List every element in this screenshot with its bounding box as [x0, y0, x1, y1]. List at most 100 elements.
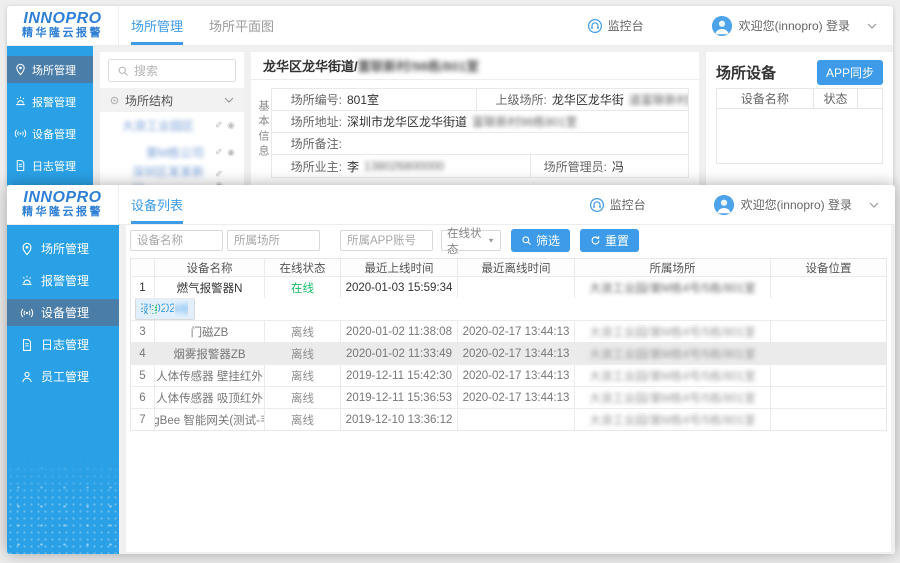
sidebar-item-label: 场所管理 — [41, 240, 89, 257]
column-status: 状态 — [813, 89, 858, 108]
venue-redacted: 大浪工业园/第M栋4号/5栋/801室 — [589, 368, 755, 384]
venue-cell: 大浪工业园/第M栋4号/5栋/801室 — [175, 301, 189, 317]
sidebar-item-label: 日志管理 — [32, 158, 76, 174]
owner-label: 场所业主: — [272, 158, 342, 175]
last-offline-cell — [458, 409, 575, 430]
top-sidebar: 场所管理 报警管理 设备管理 日志管理 员工管理 — [7, 46, 93, 187]
user-menu[interactable]: 欢迎您(innopro) 登录 — [712, 16, 877, 36]
reset-button-label: 重置 — [605, 232, 629, 249]
status-cell: 离线 — [265, 387, 341, 408]
table-row[interactable]: 6 人体传感器 吸顶红外 离线 2019-12-11 15:36:53 2020… — [131, 386, 886, 408]
chevron-down-icon[interactable] — [224, 97, 234, 103]
venue-cell: 大浪工业园/第M栋4号/5栋/801室 — [575, 409, 771, 430]
basic-info-section-label: 基本信息 — [255, 88, 271, 178]
sidebar-item-log-management[interactable]: 日志管理 — [7, 152, 93, 179]
form-row-venue-no: 场所编号: 801室 上级场所: 龙华区龙华街 道富联新村/98栋 — [272, 89, 688, 111]
bottom-header-right: 监控台 欢迎您(innopro) 登录 — [589, 185, 895, 224]
location-cell — [771, 321, 886, 342]
tab-device-list[interactable]: 设备列表 — [131, 185, 183, 224]
device-list-panel: 在线状态 ▼ 筛选 重置 设备名称 — [126, 225, 891, 552]
sidebar-item-device-management[interactable]: 设备管理 — [7, 299, 119, 326]
venue-detail-panel: 龙华区龙华街道/ 富联新村/98栋/801室 基本信息 场所编号: 801室 上… — [251, 52, 699, 187]
sidebar-item-alarm-management[interactable]: 报警管理 — [7, 267, 119, 294]
row-index: 5 — [131, 365, 155, 386]
brand-logo: INNOPRO 精华隆云报警 — [7, 185, 119, 224]
venue-redacted: 大浪工业园/第M栋4号/5栋/801室 — [589, 412, 755, 428]
top-content: 搜索 场所结构 大浪工业园区 ✐ ◉ 第M栋公司 ✐ ◉ — [93, 46, 893, 187]
column-last-offline-time: 最近离线时间 — [458, 259, 575, 276]
owner-value: 李 — [342, 158, 359, 175]
sidebar-item-label: 报警管理 — [32, 94, 76, 110]
tab-venue-management[interactable]: 场所管理 — [131, 6, 183, 45]
venue-cell: 大浪工业园/第M栋4号/5栋/801室 — [575, 321, 771, 342]
last-offline-cell: 2020-02-17 13:44:13 — [458, 321, 575, 342]
sidebar-item-staff-management[interactable]: 员工管理 — [7, 363, 119, 390]
table-row[interactable]: 7 ZigBee 智能网关(测试-韦) 离线 2019-12-10 13:36:… — [131, 408, 886, 430]
status-cell: 离线 — [265, 409, 341, 430]
venue-no-value: 801室 — [342, 91, 379, 108]
address-redacted: 富联新村98栋801室 — [467, 113, 577, 130]
venue-filter-input[interactable] — [227, 230, 320, 251]
column-index — [131, 259, 155, 276]
select-arrow-icon: ▼ — [487, 237, 495, 244]
last-online-cell: 2020-01-02 11:33:49 — [341, 343, 458, 364]
owner-redacted: 138026800000 — [359, 159, 444, 173]
node-dot-icon — [110, 96, 119, 105]
sidebar-item-venue-management[interactable]: 场所管理 — [7, 56, 93, 83]
last-offline-cell: 2020-02-17 13:44:13 — [458, 365, 575, 386]
app-sync-button[interactable]: APP同步 — [817, 60, 883, 85]
tree-item[interactable]: 大浪工业园区 ✐ ◉ — [100, 112, 244, 139]
table-row-selected[interactable]: 2 烟雾报警器N 在线 2020-01-02 15:17:12 2020-01-… — [135, 298, 195, 320]
sidebar-item-alarm-management[interactable]: 报警管理 — [7, 88, 93, 115]
monitor-console-label: 监控台 — [608, 17, 644, 34]
venue-search-input[interactable]: 搜索 — [108, 59, 236, 82]
sidebar-item-log-management[interactable]: 日志管理 — [7, 331, 119, 358]
venue-cell: 大浪工业园/第M栋4号/5栋/801室 — [575, 277, 771, 298]
table-row[interactable]: 3 门磁ZB 离线 2020-01-02 11:38:08 2020-02-17… — [131, 320, 886, 342]
table-row[interactable]: 1 燃气报警器N 在线 2020-01-03 15:59:34 大浪工业园/第M… — [131, 276, 886, 298]
sidebar-item-venue-management[interactable]: 场所管理 — [7, 235, 119, 262]
sidebar-item-label: 场所管理 — [32, 62, 76, 78]
online-status-select[interactable]: 在线状态 ▼ — [441, 230, 501, 251]
filter-button[interactable]: 筛选 — [511, 229, 570, 252]
status-cell: 离线 — [265, 321, 341, 342]
location-pin-icon — [20, 242, 34, 256]
monitor-headset-icon — [589, 197, 605, 213]
table-row[interactable]: 5 人体传感器 壁挂红外 离线 2019-12-11 15:42:30 2020… — [131, 364, 886, 386]
tree-item[interactable]: 深圳区某某新村 ✐ ◉ — [100, 166, 244, 187]
monitor-console-link[interactable]: 监控台 — [587, 17, 644, 34]
status-cell: 离线 — [265, 365, 341, 386]
venue-redacted: 大浪工业园/第M栋4号/5栋/801室 — [589, 346, 755, 362]
reset-button[interactable]: 重置 — [580, 229, 639, 252]
column-empty — [857, 89, 882, 108]
form-row-address: 场所地址: 深圳市龙华区龙华街道 富联新村98栋801室 — [272, 111, 688, 133]
last-offline-cell — [458, 277, 575, 298]
chevron-down-icon[interactable] — [867, 23, 877, 29]
last-online-cell: 2019-12-10 13:36:12 — [341, 409, 458, 430]
last-online-cell: 2020-01-02 15:17:12 — [158, 303, 167, 315]
tree-item-actions[interactable]: ✐ ◉ — [215, 147, 244, 158]
device-name-filter-input[interactable] — [130, 230, 223, 251]
person-icon — [20, 370, 34, 384]
chevron-down-icon[interactable] — [869, 202, 879, 208]
table-row-hovered[interactable]: 4 烟雾报警器ZB 离线 2020-01-02 11:33:49 2020-02… — [131, 342, 886, 364]
bottom-sidebar: 场所管理 报警管理 设备管理 日志管理 员工管理 — [7, 225, 119, 554]
logo-text: INNOPRO — [23, 11, 101, 27]
breadcrumb-redacted: 富联新村/98栋/801室 — [358, 56, 479, 75]
bottom-header: INNOPRO 精华隆云报警 设备列表 监控台 欢迎您(innopro) 登录 — [7, 185, 895, 225]
tree-header-venue-structure[interactable]: 场所结构 — [100, 88, 244, 112]
app-account-filter-input[interactable] — [340, 230, 433, 251]
tab-venue-floorplan[interactable]: 场所平面图 — [209, 6, 274, 45]
monitor-headset-icon — [587, 18, 603, 34]
search-icon — [521, 235, 532, 246]
device-name-cell: 燃气报警器N — [155, 277, 265, 298]
user-menu[interactable]: 欢迎您(innopro) 登录 — [714, 195, 879, 215]
tree-header-label: 场所结构 — [125, 92, 173, 109]
tree-item-actions[interactable]: ✐ ◉ — [215, 120, 244, 131]
venue-redacted: 大浪工业园/第M栋4号/5栋/801室 — [589, 390, 755, 406]
device-list-window: INNOPRO 精华隆云报警 设备列表 监控台 欢迎您(innopro) 登录 — [7, 185, 895, 554]
manager-label: 场所管理员: — [531, 158, 607, 175]
sidebar-item-device-management[interactable]: 设备管理 — [7, 120, 93, 147]
monitor-console-link[interactable]: 监控台 — [589, 196, 646, 213]
welcome-text: 欢迎您(innopro) 登录 — [739, 17, 850, 34]
